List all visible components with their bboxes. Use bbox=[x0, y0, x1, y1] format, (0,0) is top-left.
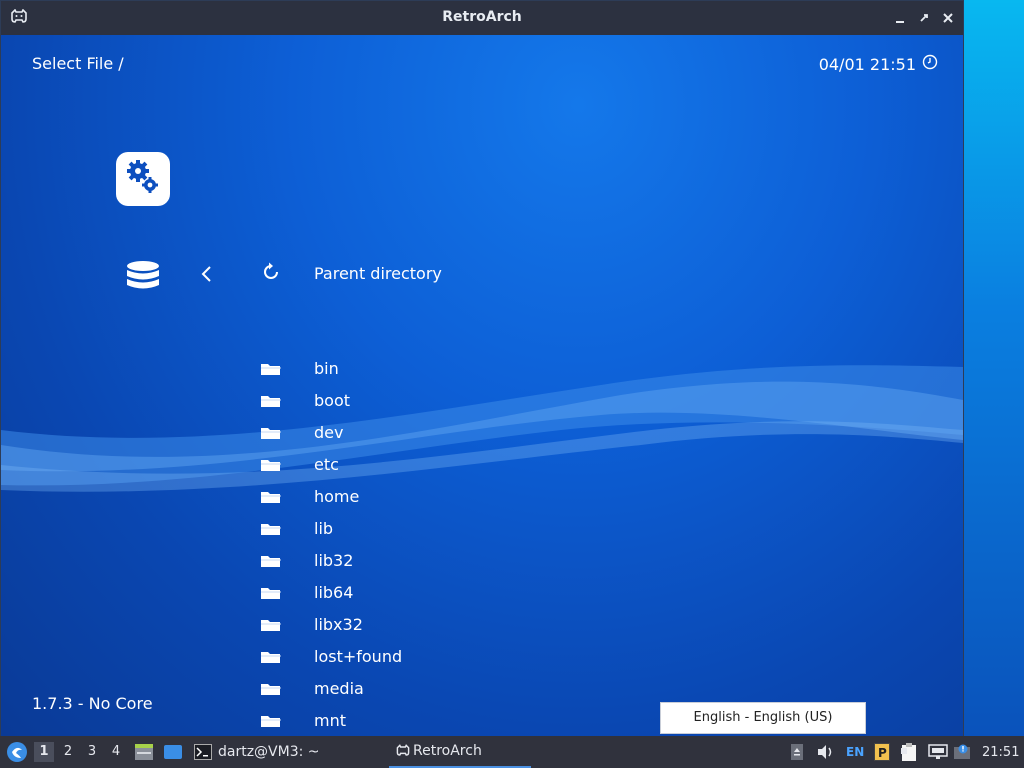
list-item-label: bin bbox=[314, 359, 339, 378]
folder-icon bbox=[260, 424, 282, 446]
list-item-label: dev bbox=[314, 423, 344, 442]
folder-icon bbox=[260, 456, 282, 478]
keyboard-layout-indicator[interactable]: EN bbox=[846, 736, 864, 768]
settings-tab[interactable] bbox=[116, 152, 170, 206]
title-bar[interactable]: RetroArch bbox=[1, 1, 963, 35]
retroarch-task[interactable]: RetroArch bbox=[389, 736, 531, 768]
desktop-2[interactable]: 2 bbox=[58, 742, 78, 762]
chevron-left-icon[interactable] bbox=[199, 265, 215, 287]
folder-icon bbox=[260, 712, 282, 734]
folder-icon bbox=[260, 552, 282, 574]
retroarch-window: RetroArch Select File / 04/01 21:51 Pare… bbox=[0, 0, 964, 736]
folder-icon bbox=[260, 392, 282, 414]
datetime-text: 04/01 21:51 bbox=[818, 54, 916, 74]
clock-icon bbox=[922, 54, 938, 74]
list-item-label: home bbox=[314, 487, 360, 506]
start-menu-icon[interactable] bbox=[6, 736, 28, 768]
folder-icon bbox=[260, 360, 282, 382]
list-item-label: mnt bbox=[314, 711, 346, 730]
list-item-label: media bbox=[314, 679, 364, 698]
list-item-label: libx32 bbox=[314, 615, 363, 634]
list-item-label: boot bbox=[314, 391, 351, 410]
restore-icon[interactable] bbox=[915, 9, 933, 27]
taskbar-clock[interactable]: 21:51 bbox=[982, 736, 1019, 768]
window-title: RetroArch bbox=[442, 9, 522, 25]
page-title: Select File / bbox=[32, 54, 124, 73]
parent-directory-item[interactable]: Parent directory bbox=[260, 261, 442, 287]
network-icon[interactable] bbox=[928, 736, 948, 768]
folder-icon bbox=[260, 648, 282, 670]
settings-icon bbox=[123, 157, 163, 201]
terminal-task-label: dartz@VM3: ~ bbox=[218, 744, 320, 760]
wave-background bbox=[1, 365, 963, 492]
terminal-task[interactable]: dartz@VM3: ~ bbox=[194, 736, 320, 768]
datetime-display: 04/01 21:51 bbox=[819, 54, 938, 74]
folder-icon bbox=[260, 488, 282, 510]
list-item-label: lib32 bbox=[314, 551, 354, 570]
desktop-3[interactable]: 3 bbox=[82, 742, 102, 762]
folder-icon bbox=[260, 584, 282, 606]
taskbar: 1 2 3 4 dartz@VM3: ~ RetroArch EN P 21:5… bbox=[0, 736, 1024, 768]
terminal-icon bbox=[194, 744, 212, 760]
parent-directory-label: Parent directory bbox=[314, 264, 442, 283]
parking-icon[interactable]: P bbox=[874, 736, 890, 768]
show-desktop-icon[interactable] bbox=[163, 736, 183, 768]
notification-icon[interactable] bbox=[953, 736, 973, 768]
close-icon[interactable] bbox=[939, 9, 957, 27]
language-tooltip: English - English (US) bbox=[660, 702, 866, 734]
folder-icon bbox=[260, 680, 282, 702]
list-item-label: lib bbox=[314, 519, 334, 538]
minimize-icon[interactable] bbox=[891, 9, 909, 27]
list-item-label: lost+found bbox=[314, 647, 403, 666]
folder-icon bbox=[260, 616, 282, 638]
eject-icon[interactable] bbox=[790, 736, 804, 768]
retroarch-icon bbox=[395, 744, 411, 762]
file-manager-icon[interactable] bbox=[134, 736, 154, 768]
clipboard-icon[interactable] bbox=[900, 736, 918, 768]
database-icon[interactable] bbox=[125, 259, 161, 299]
volume-icon[interactable] bbox=[817, 736, 835, 768]
desktop-4[interactable]: 4 bbox=[106, 742, 126, 762]
desktop-1[interactable]: 1 bbox=[34, 742, 54, 762]
retroarch-menu: Select File / 04/01 21:51 Parent directo… bbox=[1, 35, 963, 736]
folder-icon bbox=[260, 520, 282, 542]
refresh-icon bbox=[260, 261, 282, 287]
list-item-label: lib64 bbox=[314, 583, 354, 602]
svg-text:P: P bbox=[878, 746, 887, 760]
retroarch-task-label: RetroArch bbox=[413, 743, 482, 759]
list-item-label: etc bbox=[314, 455, 339, 474]
version-label: 1.7.3 - No Core bbox=[32, 694, 153, 713]
